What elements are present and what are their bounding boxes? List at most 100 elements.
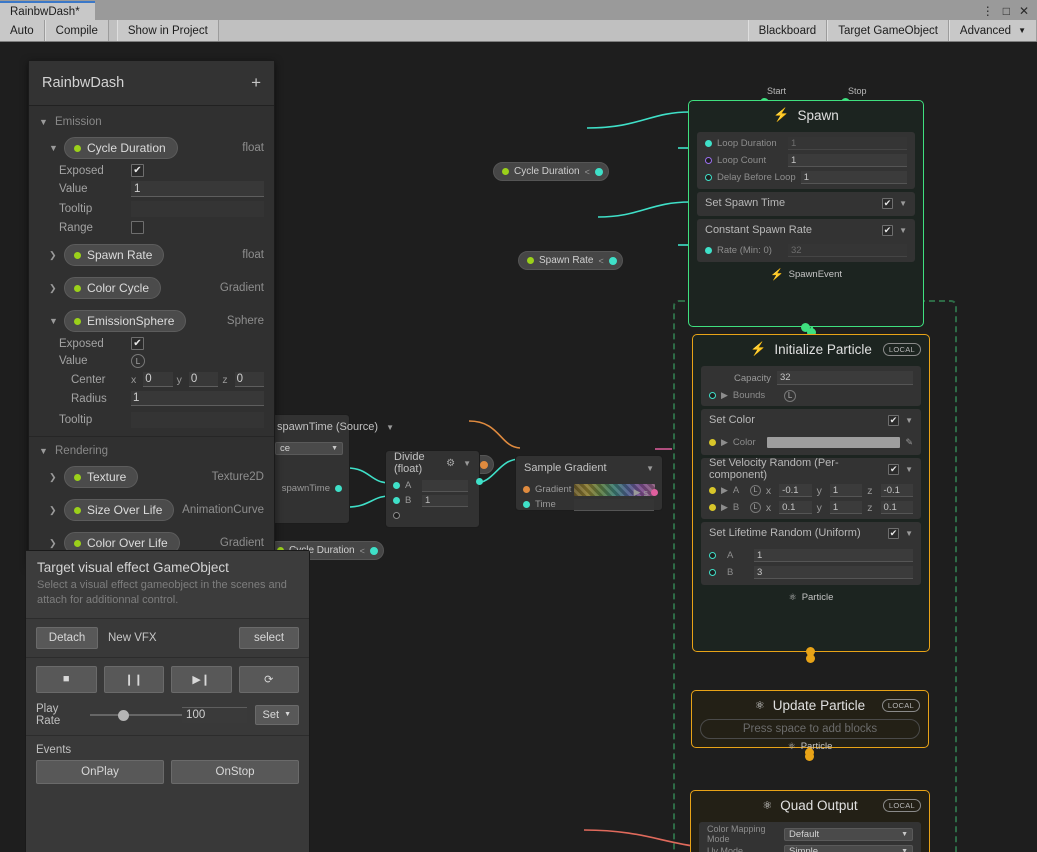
output-port-icon[interactable] bbox=[651, 489, 658, 496]
output-port[interactable] bbox=[595, 168, 603, 176]
expand-icon[interactable]: ▶ bbox=[721, 502, 728, 513]
blackboard-property-color-cycle[interactable]: ❯ Color Cycle Gradient bbox=[29, 274, 274, 302]
color-mapping-dropdown[interactable]: Default ▼ bbox=[784, 828, 913, 841]
property-pill[interactable]: Color Cycle bbox=[64, 277, 161, 299]
input-port-icon[interactable] bbox=[705, 174, 712, 181]
spawn-output[interactable]: ⚡ SpawnEvent bbox=[689, 265, 923, 283]
restart-button[interactable]: ⟳ bbox=[239, 666, 300, 693]
chevron-down-icon[interactable]: ▼ bbox=[905, 529, 913, 538]
set-color-row[interactable]: ▶ Color ✎ bbox=[701, 436, 921, 449]
compile-button[interactable]: Compile bbox=[45, 20, 109, 41]
capacity-row[interactable]: Capacity 32 bbox=[701, 370, 921, 386]
space-badge[interactable]: LOCAL bbox=[882, 699, 920, 712]
field-center[interactable]: Center x 0 y 0 z 0 bbox=[29, 370, 274, 389]
blackboard-property-cycle-duration[interactable]: ▼ Cycle Duration float bbox=[29, 134, 274, 162]
block-enable-checkbox[interactable]: ✔ bbox=[888, 415, 899, 426]
input-value[interactable]: 1 bbox=[422, 495, 468, 507]
initialize-output[interactable]: ⚛ Particle bbox=[693, 588, 929, 606]
velocity-row-a[interactable]: ▶ A L x -0.1 y 1 z -0.1 bbox=[701, 484, 921, 497]
eyedropper-icon[interactable]: ✎ bbox=[905, 437, 913, 448]
input-port-icon[interactable] bbox=[705, 157, 712, 164]
block-set-color[interactable]: Set Color ✔ ▼ ▶ Color ✎ bbox=[701, 409, 921, 455]
spawn-row-delay-before-loop[interactable]: Delay Before Loop 1 bbox=[697, 171, 915, 184]
spawn-node[interactable]: ⚡ Spawn Loop Duration 1 Loop Count 1 Del… bbox=[688, 100, 924, 327]
quad-row-color-mapping-mode[interactable]: Color Mapping Mode Default ▼ bbox=[699, 827, 921, 841]
close-icon[interactable]: ✕ bbox=[1019, 5, 1029, 17]
output-port[interactable] bbox=[480, 461, 488, 469]
auto-button[interactable]: Auto bbox=[0, 20, 45, 41]
maximize-icon[interactable]: □ bbox=[1003, 5, 1010, 17]
window-tab[interactable]: RainbwDash* bbox=[0, 1, 95, 20]
field-tooltip[interactable]: Tooltip bbox=[29, 199, 274, 219]
tooltip-input[interactable] bbox=[131, 201, 264, 217]
space-badge[interactable]: L bbox=[750, 485, 761, 496]
bounds-row[interactable]: ▶ Bounds L bbox=[701, 389, 921, 402]
quad-output-node[interactable]: ⚛ Quad Output LOCAL Color Mapping Mode D… bbox=[690, 790, 930, 852]
blackboard-panel[interactable]: RainbwDash + ▼ Emission ▼ Cycle Duration… bbox=[28, 60, 275, 566]
property-pill[interactable]: Cycle Duration bbox=[64, 137, 178, 159]
divide-output-port[interactable] bbox=[476, 478, 483, 485]
row-value[interactable]: 1 bbox=[788, 137, 907, 150]
center-x-input[interactable]: 0 bbox=[143, 372, 172, 387]
output-port-icon[interactable] bbox=[335, 485, 342, 492]
input-port-icon[interactable] bbox=[709, 439, 716, 446]
target-gameobject-panel[interactable]: Target visual effect GameObject Select a… bbox=[25, 550, 310, 852]
add-block-placeholder[interactable]: Press space to add blocks bbox=[700, 719, 920, 739]
row-value[interactable]: 1 bbox=[801, 171, 907, 184]
input-value[interactable] bbox=[574, 499, 654, 511]
field-radius[interactable]: Radius 1 bbox=[29, 389, 274, 408]
block-constant-spawn-rate[interactable]: Constant Spawn Rate ✔ ▼ Rate (Min: 0) 32 bbox=[697, 219, 915, 262]
window-menu-icon[interactable]: ⋮ bbox=[982, 5, 994, 17]
vector-x-value[interactable]: 0.1 bbox=[779, 501, 811, 514]
input-port-icon[interactable] bbox=[705, 140, 712, 147]
collapse-icon[interactable]: < bbox=[598, 256, 603, 266]
sample-gradient-row-time[interactable]: Time bbox=[516, 497, 662, 512]
vector-z-value[interactable]: 0.1 bbox=[881, 501, 913, 514]
gear-icon[interactable]: ⚙ bbox=[446, 458, 455, 469]
blackboard-property-emission-sphere[interactable]: ▼ EmissionSphere Sphere bbox=[29, 307, 274, 335]
select-button[interactable]: select bbox=[239, 627, 299, 649]
input-port-icon[interactable] bbox=[709, 552, 716, 559]
center-z-input[interactable]: 0 bbox=[235, 372, 264, 387]
input-port-icon[interactable] bbox=[523, 486, 530, 493]
chevron-right-icon[interactable]: ❯ bbox=[49, 283, 58, 294]
radius-input[interactable]: 1 bbox=[131, 391, 264, 406]
value-input[interactable]: 1 bbox=[131, 181, 264, 197]
spawntime-source-node[interactable]: spawnTime (Source) ▼ ce ▼ spawnTime bbox=[268, 414, 350, 524]
expand-icon[interactable]: ▶ bbox=[634, 487, 641, 498]
block-enable-checkbox[interactable]: ✔ bbox=[882, 198, 893, 209]
chevron-down-icon[interactable]: ▼ bbox=[49, 316, 58, 326]
blackboard-toggle-button[interactable]: Blackboard bbox=[748, 20, 828, 41]
chevron-right-icon[interactable]: ❯ bbox=[49, 250, 58, 261]
vector-y-value[interactable]: 1 bbox=[830, 484, 862, 497]
play-rate-value[interactable]: 100 bbox=[182, 707, 247, 723]
chevron-down-icon[interactable]: ▼ bbox=[905, 465, 913, 474]
chevron-down-icon[interactable]: ▼ bbox=[905, 416, 913, 425]
chevron-down-icon[interactable]: ▼ bbox=[39, 117, 48, 127]
block-enable-checkbox[interactable]: ✔ bbox=[882, 225, 893, 236]
center-y-input[interactable]: 0 bbox=[189, 372, 218, 387]
lifetime-row-b[interactable]: B 3 bbox=[701, 566, 921, 579]
blackboard-property-size-over-life[interactable]: ❯ Size Over Life AnimationCurve bbox=[29, 496, 274, 524]
expand-icon[interactable]: ▶ bbox=[721, 390, 728, 401]
input-value[interactable] bbox=[422, 480, 468, 492]
vector-x-value[interactable]: -0.1 bbox=[779, 484, 811, 497]
property-node-cycle-duration-top[interactable]: Cycle Duration < bbox=[493, 162, 609, 181]
range-checkbox[interactable]: ✔ bbox=[131, 221, 144, 234]
block-set-velocity-random[interactable]: Set Velocity Random (Per-component) ✔ ▼ … bbox=[701, 458, 921, 519]
play-rate-slider[interactable] bbox=[90, 708, 174, 722]
output-port[interactable] bbox=[370, 547, 378, 555]
field-value[interactable]: Value 1 bbox=[29, 179, 274, 199]
lifetime-row-a[interactable]: A 1 bbox=[701, 549, 921, 562]
sample-gradient-node[interactable]: Sample Gradient ▼ Gradient Time ▶ s bbox=[515, 455, 663, 511]
chevron-right-icon[interactable]: ❯ bbox=[49, 472, 58, 483]
space-badge[interactable]: L bbox=[131, 354, 145, 368]
chevron-down-icon[interactable]: ▼ bbox=[646, 464, 654, 473]
target-gameobject-toggle-button[interactable]: Target GameObject bbox=[827, 20, 949, 41]
tooltip-input[interactable] bbox=[131, 412, 264, 428]
input-port-icon[interactable] bbox=[709, 569, 716, 576]
uv-mode-dropdown[interactable]: Simple ▼ bbox=[784, 845, 913, 852]
show-in-project-button[interactable]: Show in Project bbox=[117, 20, 219, 41]
property-pill[interactable]: Spawn Rate bbox=[64, 244, 164, 266]
space-badge[interactable]: L bbox=[784, 390, 796, 402]
